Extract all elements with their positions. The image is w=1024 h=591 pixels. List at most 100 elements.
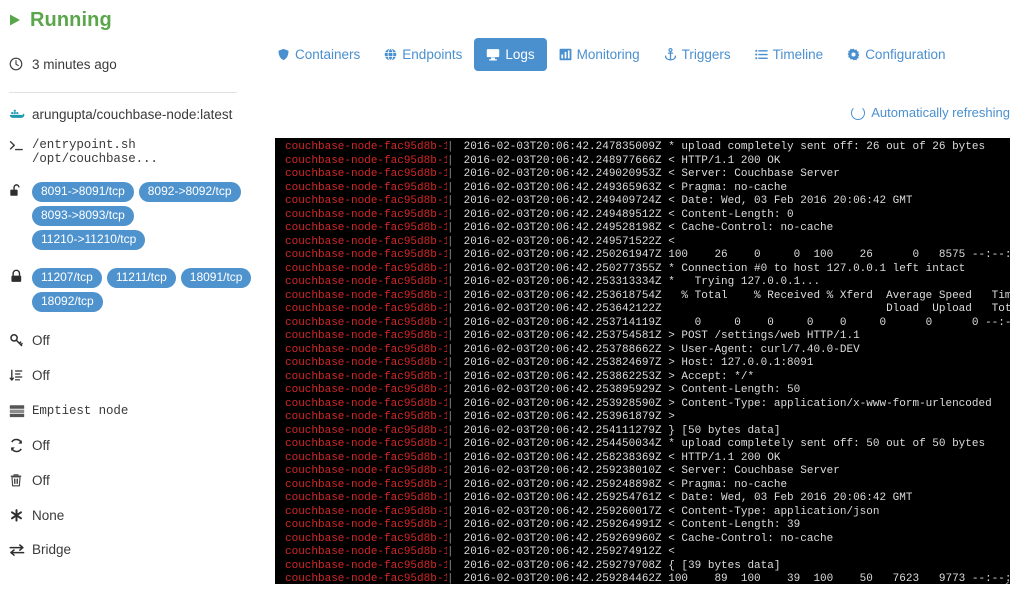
log-console[interactable]: couchbase-node-fac95d8b-1 | 2016-02-03T20… bbox=[275, 138, 1010, 584]
log-source: couchbase-node-fac95d8b-1 bbox=[285, 397, 447, 410]
log-message: 2016-02-03T20:06:42.249409724Z < Date: W… bbox=[457, 195, 913, 207]
log-source: couchbase-node-fac95d8b-1 bbox=[285, 303, 447, 315]
tab-label: Containers bbox=[295, 47, 361, 62]
log-line: couchbase-node-fac95d8b-1 | 2016-02-03T20… bbox=[275, 398, 1010, 412]
key-icon bbox=[9, 332, 32, 348]
port-badge[interactable]: 8091->8091/tcp bbox=[32, 182, 134, 202]
log-message: 2016-02-03T20:06:42.247835009Z * upload … bbox=[457, 141, 986, 153]
log-source: couchbase-node-fac95d8b-1 bbox=[285, 370, 447, 383]
log-separator: | bbox=[447, 546, 454, 558]
log-message: 2016-02-03T20:06:42.249489512Z < Content… bbox=[457, 208, 794, 221]
log-source: couchbase-node-fac95d8b-1 bbox=[285, 330, 447, 342]
network-setting-row: Bridge bbox=[0, 542, 252, 557]
log-source: couchbase-node-fac95d8b-1 bbox=[285, 451, 447, 464]
log-message: 2016-02-03T20:06:42.253862253Z > Accept:… bbox=[457, 370, 755, 383]
log-separator: | bbox=[447, 465, 454, 477]
placement-setting-value: Emptiest node bbox=[32, 403, 129, 418]
log-line: couchbase-node-fac95d8b-1 | 2016-02-03T20… bbox=[275, 506, 1010, 520]
log-message: 2016-02-03T20:06:42.253895929Z > Content… bbox=[457, 384, 801, 396]
docker-whale-icon bbox=[9, 107, 32, 121]
log-line: couchbase-node-fac95d8b-1 | 2016-02-03T20… bbox=[275, 236, 1010, 250]
log-message: 2016-02-03T20:06:42.249528198Z < Cache-C… bbox=[457, 222, 834, 234]
log-separator: | bbox=[447, 411, 454, 423]
tab-endpoints[interactable]: Endpoints bbox=[372, 38, 474, 71]
log-source: couchbase-node-fac95d8b-1 bbox=[285, 343, 447, 356]
log-line: couchbase-node-fac95d8b-1 | 2016-02-03T20… bbox=[275, 209, 1010, 223]
gear-icon bbox=[847, 48, 860, 61]
command-row: /entrypoint.sh /opt/couchbase... bbox=[0, 138, 252, 166]
tab-timeline[interactable]: Timeline bbox=[743, 38, 836, 71]
port-badge[interactable]: 18091/tcp bbox=[180, 268, 252, 288]
log-source: couchbase-node-fac95d8b-1 bbox=[285, 141, 447, 153]
command-text: /entrypoint.sh /opt/couchbase... bbox=[32, 138, 158, 166]
log-line: couchbase-node-fac95d8b-1 | 2016-02-03T20… bbox=[275, 182, 1010, 196]
tab-logs[interactable]: Logs bbox=[474, 38, 547, 71]
log-message: 2016-02-03T20:06:42.250277355Z * Connect… bbox=[457, 262, 966, 275]
log-line: couchbase-node-fac95d8b-1 | 2016-02-03T20… bbox=[275, 546, 1010, 560]
anchor-icon bbox=[664, 48, 677, 61]
container-info-sidebar: Running 3 minutes ago arungupta/couchbas… bbox=[0, 0, 252, 591]
tab-containers[interactable]: Containers bbox=[265, 38, 372, 71]
log-source: couchbase-node-fac95d8b-1 bbox=[285, 573, 447, 584]
log-message: 2016-02-03T20:06:42.253928590Z > Content… bbox=[457, 397, 992, 410]
log-source: couchbase-node-fac95d8b-1 bbox=[285, 519, 447, 531]
port-badge[interactable]: 8093->8093/tcp bbox=[32, 206, 134, 226]
clock-icon bbox=[9, 57, 32, 71]
log-separator: | bbox=[447, 370, 454, 383]
log-line: couchbase-node-fac95d8b-1 | 2016-02-03T20… bbox=[275, 168, 1010, 182]
log-separator: | bbox=[447, 141, 454, 153]
auto-refresh-indicator[interactable]: Automatically refreshing bbox=[851, 105, 1010, 120]
log-source: couchbase-node-fac95d8b-1 bbox=[285, 222, 447, 234]
trash-icon bbox=[9, 472, 32, 488]
log-source: couchbase-node-fac95d8b-1 bbox=[285, 505, 447, 518]
restart-setting-row: Off bbox=[0, 437, 252, 453]
log-source: couchbase-node-fac95d8b-1 bbox=[285, 208, 447, 221]
log-line: couchbase-node-fac95d8b-1 | 2016-02-03T20… bbox=[275, 317, 1010, 331]
port-badge[interactable]: 11210->11210/tcp bbox=[32, 230, 146, 250]
log-separator: | bbox=[447, 154, 454, 167]
log-message: 2016-02-03T20:06:42.253754581Z > POST /s… bbox=[457, 330, 860, 342]
restart-setting-value: Off bbox=[32, 437, 50, 453]
port-badge[interactable]: 18092/tcp bbox=[32, 292, 103, 312]
log-separator: | bbox=[447, 222, 454, 234]
log-source: couchbase-node-fac95d8b-1 bbox=[285, 384, 447, 396]
log-line: couchbase-node-fac95d8b-1 | 2016-02-03T20… bbox=[275, 560, 1010, 574]
log-source: couchbase-node-fac95d8b-1 bbox=[285, 465, 447, 477]
tab-configuration[interactable]: Configuration bbox=[835, 38, 957, 71]
log-line: couchbase-node-fac95d8b-1 | 2016-02-03T20… bbox=[275, 155, 1010, 169]
auto-refresh-label: Automatically refreshing bbox=[871, 105, 1010, 120]
published-ports-badges: 8091->8091/tcp 8092->8092/tcp 8093->8093… bbox=[10, 182, 252, 250]
log-source: couchbase-node-fac95d8b-1 bbox=[285, 424, 447, 437]
tab-label: Monitoring bbox=[576, 47, 640, 62]
tab-triggers[interactable]: Triggers bbox=[652, 38, 743, 71]
log-message: 2016-02-03T20:06:42.253313334Z * Trying … bbox=[457, 276, 821, 288]
published-ports-row: 8091->8091/tcp 8092->8092/tcp 8093->8093… bbox=[0, 182, 252, 250]
ordering-setting-row: Off bbox=[0, 367, 252, 383]
log-source: couchbase-node-fac95d8b-1 bbox=[285, 249, 447, 261]
image-row: arungupta/couchbase-node:latest bbox=[0, 107, 252, 122]
log-source: couchbase-node-fac95d8b-1 bbox=[285, 316, 447, 329]
log-separator: | bbox=[447, 262, 454, 275]
log-source: couchbase-node-fac95d8b-1 bbox=[285, 438, 447, 450]
log-separator: | bbox=[447, 424, 454, 437]
log-message: 2016-02-03T20:06:42.248977666Z < HTTP/1.… bbox=[457, 154, 781, 167]
log-separator: | bbox=[447, 303, 454, 315]
resize-handle[interactable] bbox=[996, 570, 1009, 584]
log-line: couchbase-node-fac95d8b-1 | 2016-02-03T20… bbox=[275, 479, 1010, 493]
log-line: couchbase-node-fac95d8b-1 | 2016-02-03T20… bbox=[275, 465, 1010, 479]
port-badge[interactable]: 11211/tcp bbox=[106, 268, 176, 288]
log-source: couchbase-node-fac95d8b-1 bbox=[285, 492, 447, 504]
log-separator: | bbox=[447, 195, 454, 207]
tab-monitoring[interactable]: Monitoring bbox=[547, 38, 652, 71]
log-separator: | bbox=[447, 573, 454, 584]
log-line: couchbase-node-fac95d8b-1 | 2016-02-03T20… bbox=[275, 330, 1010, 344]
log-message: 2016-02-03T20:06:42.253714119Z 0 0 0 0 0… bbox=[457, 316, 1010, 329]
log-line: couchbase-node-fac95d8b-1 | 2016-02-03T20… bbox=[275, 249, 1010, 263]
log-separator: | bbox=[447, 532, 454, 545]
port-badge[interactable]: 8092->8092/tcp bbox=[138, 182, 241, 202]
log-line: couchbase-node-fac95d8b-1 | 2016-02-03T20… bbox=[275, 411, 1010, 425]
globe-icon bbox=[384, 48, 397, 61]
port-badge[interactable]: 11207/tcp bbox=[32, 268, 102, 288]
log-line: couchbase-node-fac95d8b-1 | 2016-02-03T20… bbox=[275, 384, 1010, 398]
log-source: couchbase-node-fac95d8b-1 bbox=[285, 289, 447, 302]
